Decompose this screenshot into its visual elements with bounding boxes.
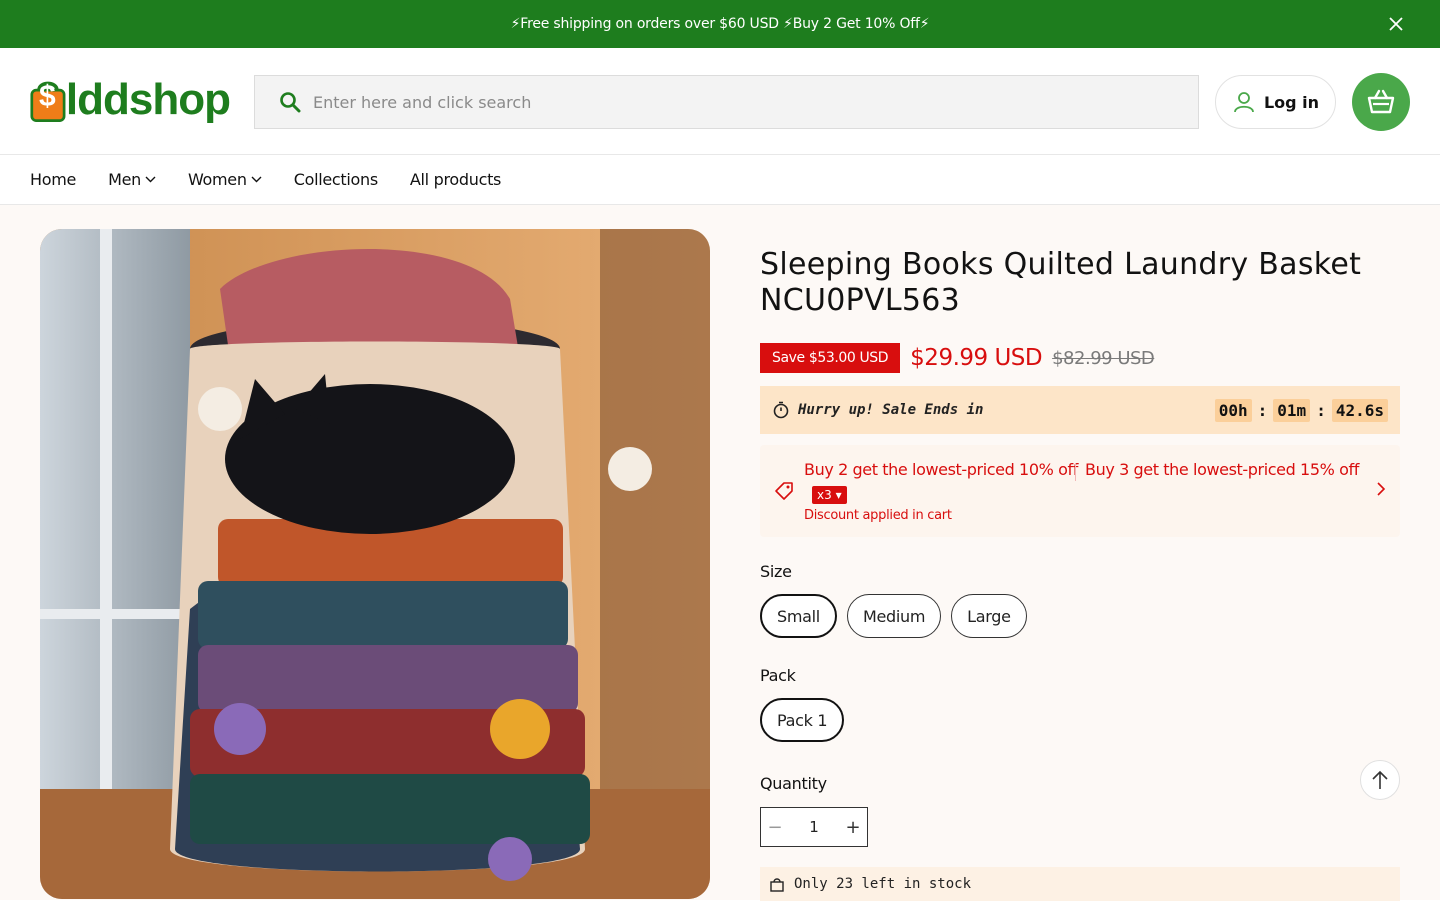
announcement-text: ⚡Free shipping on orders over $60 USD ⚡B… bbox=[510, 16, 930, 32]
chevron-down-icon bbox=[251, 176, 262, 183]
nav-item-all-products[interactable]: All products bbox=[409, 170, 502, 189]
back-to-top-button[interactable] bbox=[1360, 760, 1400, 800]
search-bar[interactable] bbox=[254, 75, 1199, 129]
nav-item-women[interactable]: Women bbox=[188, 170, 262, 189]
save-badge: Save $53.00 USD bbox=[760, 343, 901, 373]
countdown-minutes: 01m bbox=[1273, 398, 1311, 422]
logo-dollar: $ bbox=[39, 80, 56, 113]
promo-multiplier-badge[interactable]: x3 ▾ bbox=[812, 486, 847, 504]
pack-option-1[interactable]: Pack 1 bbox=[760, 698, 845, 742]
promo-deal-2: Buy 3 get the lowest-priced 15% off bbox=[1085, 460, 1359, 479]
chevron-right-icon[interactable] bbox=[1376, 481, 1386, 497]
countdown-label: Hurry up! Sale Ends in bbox=[798, 402, 984, 418]
countdown-seconds: 42.6s bbox=[1331, 398, 1388, 422]
quantity-decrease-button[interactable]: − bbox=[761, 817, 789, 838]
compare-price: $82.99 USD bbox=[1052, 347, 1155, 369]
quantity-label: Quantity bbox=[760, 774, 827, 793]
close-icon[interactable] bbox=[1386, 14, 1406, 34]
nav-item-men[interactable]: Men bbox=[108, 170, 156, 189]
sale-countdown: Hurry up! Sale Ends in 00h : 01m : 42.6s bbox=[760, 386, 1400, 434]
product-image[interactable] bbox=[40, 229, 710, 899]
stock-notice: Only 23 left in stock bbox=[760, 867, 1400, 901]
pack-label: Pack bbox=[760, 666, 796, 685]
discount-promo[interactable]: Buy 2 get the lowest-priced 10% off Buy … bbox=[760, 445, 1400, 537]
main-nav: Home Men Women Collections All products bbox=[0, 155, 1440, 205]
nav-label: Women bbox=[187, 170, 247, 189]
countdown-separator: : bbox=[1257, 400, 1268, 420]
nav-label: Collections bbox=[293, 170, 378, 189]
site-header: $ lddshop Log in bbox=[0, 48, 1440, 155]
countdown-digits: 00h : 01m : 42.6s bbox=[1214, 398, 1388, 422]
quantity-increase-button[interactable]: + bbox=[839, 817, 867, 838]
logo-text-a: lddsh bbox=[65, 75, 179, 124]
promo-applied-text: Discount applied in cart bbox=[804, 508, 952, 523]
search-icon[interactable] bbox=[279, 91, 301, 113]
login-button[interactable]: Log in bbox=[1215, 75, 1336, 129]
stopwatch-icon bbox=[773, 401, 789, 419]
user-icon bbox=[1234, 92, 1254, 113]
promo-divider bbox=[1075, 463, 1076, 481]
nav-item-home[interactable]: Home bbox=[30, 170, 76, 189]
announcement-bar: ⚡Free shipping on orders over $60 USD ⚡B… bbox=[0, 0, 1440, 48]
size-option-large[interactable]: Large bbox=[951, 594, 1027, 638]
nav-label: Home bbox=[30, 170, 77, 189]
tag-icon bbox=[775, 482, 793, 500]
quantity-value[interactable]: 1 bbox=[809, 818, 819, 836]
quantity-stepper[interactable]: − 1 + bbox=[760, 807, 868, 847]
search-input[interactable] bbox=[313, 92, 1163, 112]
logo-wordmark: lddshop bbox=[65, 75, 231, 124]
promo-deal-1: Buy 2 get the lowest-priced 10% off bbox=[804, 460, 1078, 479]
size-options: Small Medium Large bbox=[760, 594, 1027, 638]
size-option-small[interactable]: Small bbox=[760, 594, 837, 638]
stock-text: Only 23 left in stock bbox=[794, 876, 972, 892]
size-option-medium[interactable]: Medium bbox=[846, 594, 942, 638]
sale-price: $29.99 USD bbox=[910, 345, 1043, 371]
product-section: Sleeping Books Quilted Laundry Basket NC… bbox=[0, 205, 1440, 901]
chevron-down-icon bbox=[145, 176, 156, 183]
size-label: Size bbox=[760, 562, 792, 581]
bag-icon bbox=[770, 877, 784, 892]
countdown-hours: 00h bbox=[1214, 398, 1252, 422]
price-row: Save $53.00 USD $29.99 USD $82.99 USD bbox=[760, 343, 1155, 373]
nav-label: All products bbox=[409, 170, 502, 189]
countdown-separator: : bbox=[1316, 400, 1326, 420]
basket-icon bbox=[1367, 89, 1395, 114]
logo-text-b: op bbox=[178, 75, 231, 124]
arrow-up-icon bbox=[1372, 770, 1388, 789]
multiplier-label: x3 bbox=[817, 488, 832, 502]
pack-options: Pack 1 bbox=[760, 698, 845, 742]
store-logo[interactable]: $ lddshop bbox=[30, 68, 231, 132]
product-illustration bbox=[40, 229, 710, 899]
nav-item-collections[interactable]: Collections bbox=[294, 170, 378, 189]
product-title: Sleeping Books Quilted Laundry Basket NC… bbox=[760, 247, 1362, 318]
nav-label: Men bbox=[108, 170, 141, 189]
cart-button[interactable] bbox=[1352, 73, 1410, 131]
login-label: Log in bbox=[1263, 92, 1320, 112]
